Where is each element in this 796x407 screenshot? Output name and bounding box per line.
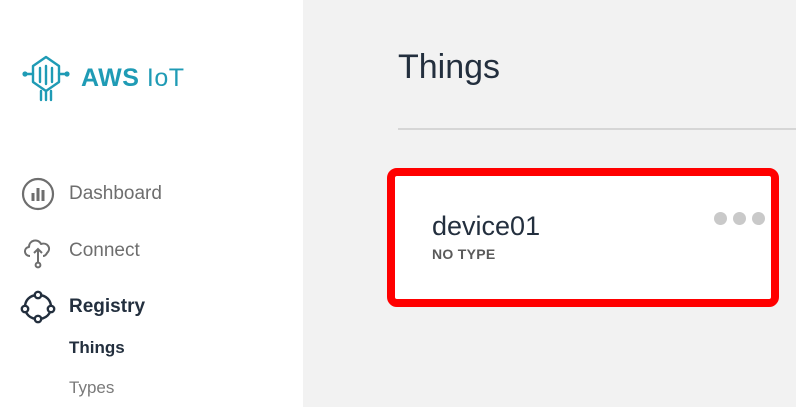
sidebar-item-registry[interactable]: Registry xyxy=(20,289,145,325)
brand-name-bold: AWS xyxy=(81,63,140,92)
brand-name: AWS IoT xyxy=(81,64,185,93)
sidebar-item-connect[interactable]: Connect xyxy=(20,233,140,269)
aws-iot-logo-icon xyxy=(22,55,70,102)
sidebar: AWS IoT Dashboard Connect Registry Thing xyxy=(0,0,303,407)
thing-name: device01 xyxy=(432,211,541,241)
page-title: Things xyxy=(398,48,501,86)
thing-card-device01[interactable]: device01 NO TYPE xyxy=(395,176,771,299)
menu-dot xyxy=(714,212,727,225)
menu-dot xyxy=(733,212,746,225)
sidebar-subitem-things[interactable]: Things xyxy=(69,338,125,358)
sidebar-item-label: Dashboard xyxy=(69,183,162,204)
sidebar-item-label: Registry xyxy=(69,296,146,317)
sidebar-item-dashboard[interactable]: Dashboard xyxy=(20,176,162,212)
brand-logo[interactable]: AWS IoT xyxy=(21,52,185,104)
menu-dot xyxy=(752,212,765,225)
thing-card-highlight: device01 NO TYPE xyxy=(387,168,779,307)
dashboard-icon xyxy=(21,177,55,211)
title-divider xyxy=(398,128,796,130)
more-options-icon[interactable] xyxy=(714,212,765,225)
cloud-connect-icon xyxy=(24,239,51,269)
sidebar-subitem-types[interactable]: Types xyxy=(69,378,114,398)
brand-name-light: IoT xyxy=(146,63,185,92)
registry-icon xyxy=(20,290,56,324)
sidebar-item-label: Connect xyxy=(69,240,140,261)
thing-type: NO TYPE xyxy=(432,246,496,262)
